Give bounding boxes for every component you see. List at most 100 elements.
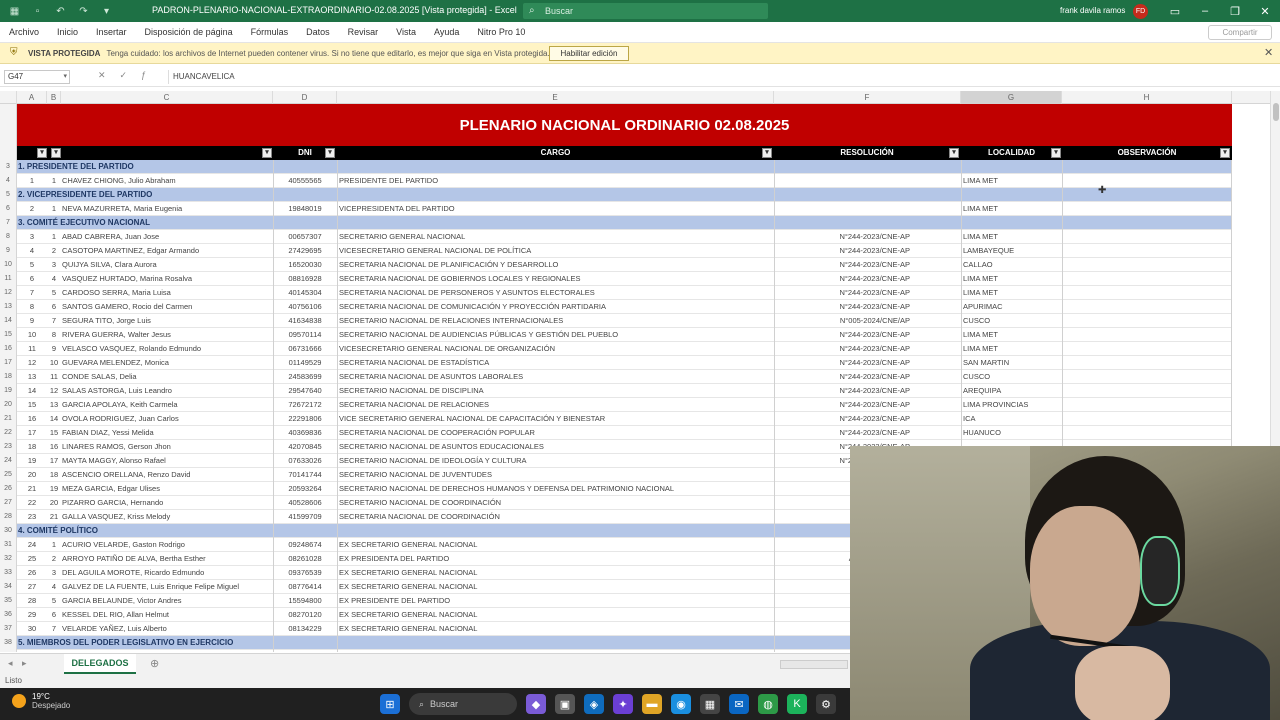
cell-cargo[interactable]: VICEPRESIDENTA DEL PARTIDO <box>339 202 773 216</box>
cell-dni[interactable]: 00657307 <box>273 230 337 244</box>
cell-name[interactable]: MEZA GARCIA, Edgar Ulises <box>62 482 272 496</box>
cell-a[interactable]: 13 <box>17 370 47 384</box>
chrome-icon[interactable]: ◍ <box>758 694 778 714</box>
row-number[interactable]: 26 <box>0 482 17 496</box>
row-number[interactable]: 22 <box>0 426 17 440</box>
cell-a[interactable]: 16 <box>17 412 47 426</box>
cell-dni[interactable]: 20593264 <box>273 482 337 496</box>
filter-dropdown-icon[interactable]: ▾ <box>949 148 959 158</box>
enable-editing-button[interactable]: Habilitar edición <box>549 46 629 61</box>
cell-loc[interactable]: LIMA PROVINCIAS <box>963 398 1061 412</box>
cell-cargo[interactable]: SECRETARIO NACIONAL DE ASUNTOS EDUCACION… <box>339 440 773 454</box>
cell-a[interactable]: 29 <box>17 608 47 622</box>
cell-dni[interactable]: 24583699 <box>273 370 337 384</box>
cell-loc[interactable]: LIMA MET <box>963 286 1061 300</box>
cell-res[interactable]: N°244-2023/CNE-AP <box>775 244 960 258</box>
table-row[interactable]: 14 9 7 SEGURA TITO, Jorge Luis 41634838 SECRE… <box>0 314 1232 328</box>
table-row[interactable]: 11 6 4 VASQUEZ HURTADO, Marina Rosalva 08816… <box>0 272 1232 286</box>
cell-name[interactable]: CHAVEZ CHIONG, Julio Abraham <box>62 174 272 188</box>
cell-cargo[interactable]: SECRETARIA NACIONAL DE ASUNTOS LABORALES <box>339 370 773 384</box>
cell-a[interactable]: 15 <box>17 398 47 412</box>
cell-b[interactable]: 6 <box>47 608 61 622</box>
user-name[interactable]: frank davila ramos <box>1060 6 1125 15</box>
cell-res[interactable]: N°244-2023/CNE-AP <box>775 384 960 398</box>
cancel-icon[interactable]: ✕ <box>98 70 106 81</box>
avatar[interactable]: FD <box>1133 4 1148 19</box>
cell-res[interactable]: N°244-2023/CNE-AP <box>775 328 960 342</box>
cell-res[interactable]: N°244-2023/CNE-AP <box>775 370 960 384</box>
tab-scroll-left-icon[interactable]: ◂ <box>8 658 13 669</box>
cell-loc[interactable]: LIMA MET <box>963 230 1061 244</box>
menu-ayuda[interactable]: Ayuda <box>434 27 459 37</box>
cell-dni[interactable]: 07633026 <box>273 454 337 468</box>
cell-dni[interactable]: 09570114 <box>273 328 337 342</box>
cell-loc[interactable]: CUSCO <box>963 314 1061 328</box>
cell-cargo[interactable]: EX SECRETARIO GENERAL NACIONAL <box>339 608 773 622</box>
chevron-down-icon[interactable]: ▾ <box>63 71 67 83</box>
cell-a[interactable]: 1 <box>17 174 47 188</box>
vertical-scrollbar[interactable] <box>1270 91 1280 451</box>
cell-cargo[interactable]: SECRETARIA NACIONAL DE PERSONEROS Y ASUN… <box>339 286 773 300</box>
cell-loc[interactable]: AREQUIPA <box>963 384 1061 398</box>
cell-a[interactable]: 2 <box>17 202 47 216</box>
table-row[interactable]: 4 1 1 CHAVEZ CHIONG, Julio Abraham 40555565 P… <box>0 174 1232 188</box>
table-row[interactable]: 8 3 1 ABAD CABRERA, Juan Jose 00657307 SECRET… <box>0 230 1232 244</box>
cell-cargo[interactable]: SECRETARIO NACIONAL DE DERECHOS HUMANOS … <box>339 482 773 496</box>
task-view-icon[interactable]: ▣ <box>555 694 575 714</box>
cell-cargo[interactable]: VICE SECRETARIO GENERAL NACIONAL DE CAPA… <box>339 412 773 426</box>
cell-a[interactable]: 4 <box>17 244 47 258</box>
cell-b[interactable]: 1 <box>47 230 61 244</box>
select-all-corner[interactable] <box>0 91 17 104</box>
minimize-icon[interactable]: – <box>1190 5 1220 17</box>
cell-name[interactable]: GALVEZ DE LA FUENTE, Luis Enrique Felipe… <box>62 580 272 594</box>
table-row[interactable]: 12 7 5 CARDOSO SERRA, Maria Luisa 40145304 SE… <box>0 286 1232 300</box>
cell-b[interactable]: 2 <box>47 244 61 258</box>
ribbon-display-icon[interactable]: ▭ <box>1160 5 1190 18</box>
filter-dropdown-icon[interactable]: ▾ <box>1051 148 1061 158</box>
cell-b[interactable]: 5 <box>47 594 61 608</box>
widgets-icon[interactable]: ◆ <box>526 694 546 714</box>
cell-b[interactable]: 5 <box>47 286 61 300</box>
cell-dni[interactable]: 16520030 <box>273 258 337 272</box>
cell-dni[interactable]: 08776414 <box>273 580 337 594</box>
cell-b[interactable]: 12 <box>47 384 61 398</box>
cell-name[interactable]: ACURIO VELARDE, Gaston Rodrigo <box>62 538 272 552</box>
row-number[interactable]: 19 <box>0 384 17 398</box>
cell-dni[interactable]: 09248674 <box>273 538 337 552</box>
settings-icon[interactable]: ⚙ <box>816 694 836 714</box>
cell-res[interactable]: N°244-2023/CNE-AP <box>775 342 960 356</box>
cell-res[interactable] <box>775 202 960 216</box>
cell-a[interactable]: 11 <box>17 342 47 356</box>
row-number[interactable]: 7 <box>0 216 17 230</box>
cell-cargo[interactable]: SECRETARIO NACIONAL DE RELACIONES INTERN… <box>339 314 773 328</box>
cell-a[interactable]: 24 <box>17 538 47 552</box>
cell-b[interactable]: 20 <box>47 496 61 510</box>
customize-toolbar-icon[interactable]: ▾ <box>100 5 113 18</box>
store-icon[interactable]: ◈ <box>584 694 604 714</box>
row-number[interactable]: 32 <box>0 552 17 566</box>
cell-name[interactable]: SEGURA TITO, Jorge Luis <box>62 314 272 328</box>
cell-dni[interactable]: 19848019 <box>273 202 337 216</box>
cell-dni[interactable]: 27429695 <box>273 244 337 258</box>
cell-cargo[interactable]: SECRETARIA NACIONAL DE PLANIFICACIÓN Y D… <box>339 258 773 272</box>
cell-a[interactable]: 20 <box>17 468 47 482</box>
cell-name[interactable]: LINARES RAMOS, Gerson Jhon <box>62 440 272 454</box>
cell-b[interactable]: 7 <box>47 314 61 328</box>
cell-a[interactable]: 18 <box>17 440 47 454</box>
cell-cargo[interactable]: SECRETARIO GENERAL NACIONAL <box>339 230 773 244</box>
row-number[interactable]: 24 <box>0 454 17 468</box>
row-number[interactable]: 25 <box>0 468 17 482</box>
cell-dni[interactable]: 08270120 <box>273 608 337 622</box>
search-box[interactable]: ⌕ Buscar <box>523 3 768 19</box>
row-number[interactable]: 35 <box>0 594 17 608</box>
cell-name[interactable]: QUIJYA SILVA, Clara Aurora <box>62 258 272 272</box>
row-number[interactable]: 9 <box>0 244 17 258</box>
cell-loc[interactable]: LIMA MET <box>963 174 1061 188</box>
undo-icon[interactable]: ↶ <box>54 5 67 18</box>
cell-dni[interactable]: 06731666 <box>273 342 337 356</box>
windows-start-icon[interactable]: ⊞ <box>380 694 400 714</box>
close-icon[interactable]: ✕ <box>1264 46 1273 59</box>
filter-dropdown-icon[interactable]: ▾ <box>325 148 335 158</box>
cell-a[interactable]: 23 <box>17 510 47 524</box>
row-number[interactable]: 12 <box>0 286 17 300</box>
